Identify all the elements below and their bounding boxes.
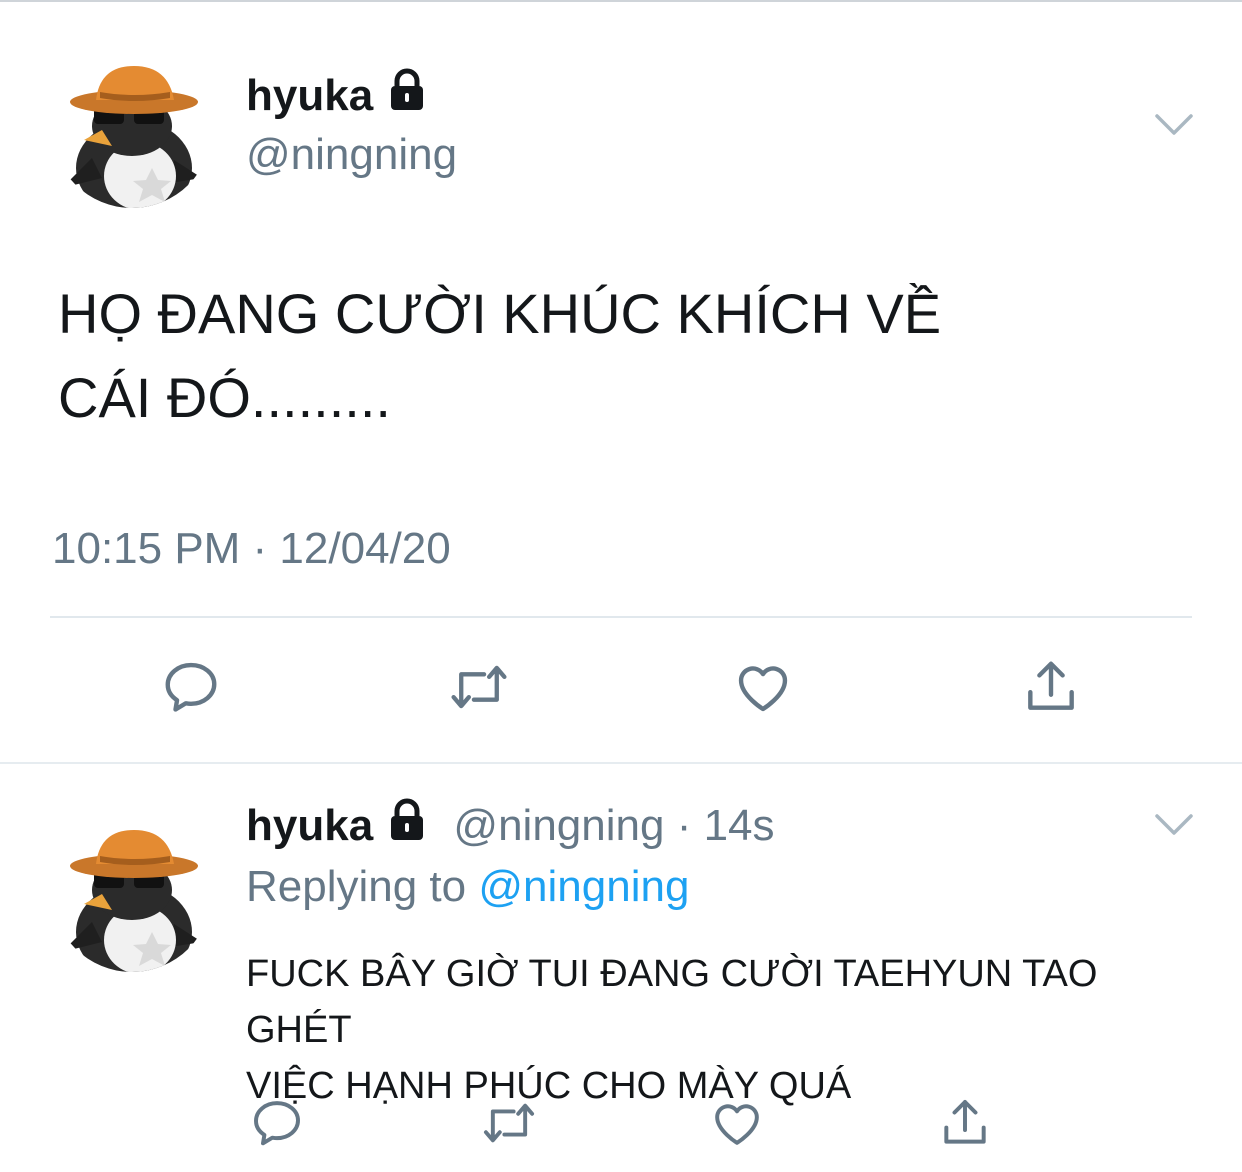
timestamp[interactable]: 10:15 PM · 12/04/20 xyxy=(52,524,451,574)
share-icon xyxy=(1028,661,1074,710)
retweet-icon xyxy=(451,665,507,709)
replying-to: Replying to @ningning xyxy=(246,862,689,912)
reply-icon xyxy=(254,1101,300,1146)
retweet-icon xyxy=(483,1103,535,1143)
tweet-text-line: HỌ ĐANG CƯỜI KHÚC KHÍCH VỀ xyxy=(58,282,942,345)
penguin-avatar-image xyxy=(52,48,212,208)
tweet-text-line: FUCK BÂY GIỜ TUI ĐANG CƯỜI TAEHYUN TAO G… xyxy=(246,953,1098,1051)
chevron-down-icon[interactable] xyxy=(1154,812,1194,838)
top-border xyxy=(0,0,1242,2)
replying-to-label: Replying to xyxy=(246,862,467,911)
avatar[interactable] xyxy=(52,48,212,208)
display-name-text: hyuka xyxy=(246,71,374,120)
display-name[interactable]: hyuka xyxy=(246,68,429,123)
tweet-text: HỌ ĐANG CƯỜI KHÚC KHÍCH VỀ CÁI ĐÓ.......… xyxy=(58,272,1158,440)
share-button[interactable] xyxy=(1016,652,1086,722)
like-icon xyxy=(738,666,788,712)
avatar[interactable] xyxy=(52,812,212,972)
like-icon xyxy=(715,1104,759,1145)
mention-link[interactable]: @ningning xyxy=(478,862,689,911)
retweet-button[interactable] xyxy=(444,652,514,722)
divider xyxy=(50,616,1192,618)
tweet-text-line: CÁI ĐÓ......... xyxy=(58,366,391,429)
tweet-separator xyxy=(0,762,1242,764)
handle[interactable]: @ningning xyxy=(453,801,664,850)
like-button[interactable] xyxy=(728,652,798,722)
penguin-avatar-image xyxy=(52,812,212,972)
handle[interactable]: @ningning xyxy=(246,130,457,180)
display-name[interactable]: hyuka xyxy=(246,801,373,850)
lock-icon xyxy=(385,68,429,123)
lock-icon xyxy=(385,798,429,853)
reply-button[interactable] xyxy=(242,1088,312,1158)
reply-icon xyxy=(165,662,217,712)
share-button[interactable] xyxy=(930,1088,1000,1158)
retweet-button[interactable] xyxy=(474,1088,544,1158)
like-button[interactable] xyxy=(702,1088,772,1158)
chevron-down-icon[interactable] xyxy=(1154,112,1194,138)
separator: · xyxy=(676,801,692,850)
share-icon xyxy=(944,1100,986,1144)
reply-button[interactable] xyxy=(156,652,226,722)
reply-header: hyuka @ningning · 14s xyxy=(246,798,775,853)
relative-time[interactable]: 14s xyxy=(704,801,775,850)
